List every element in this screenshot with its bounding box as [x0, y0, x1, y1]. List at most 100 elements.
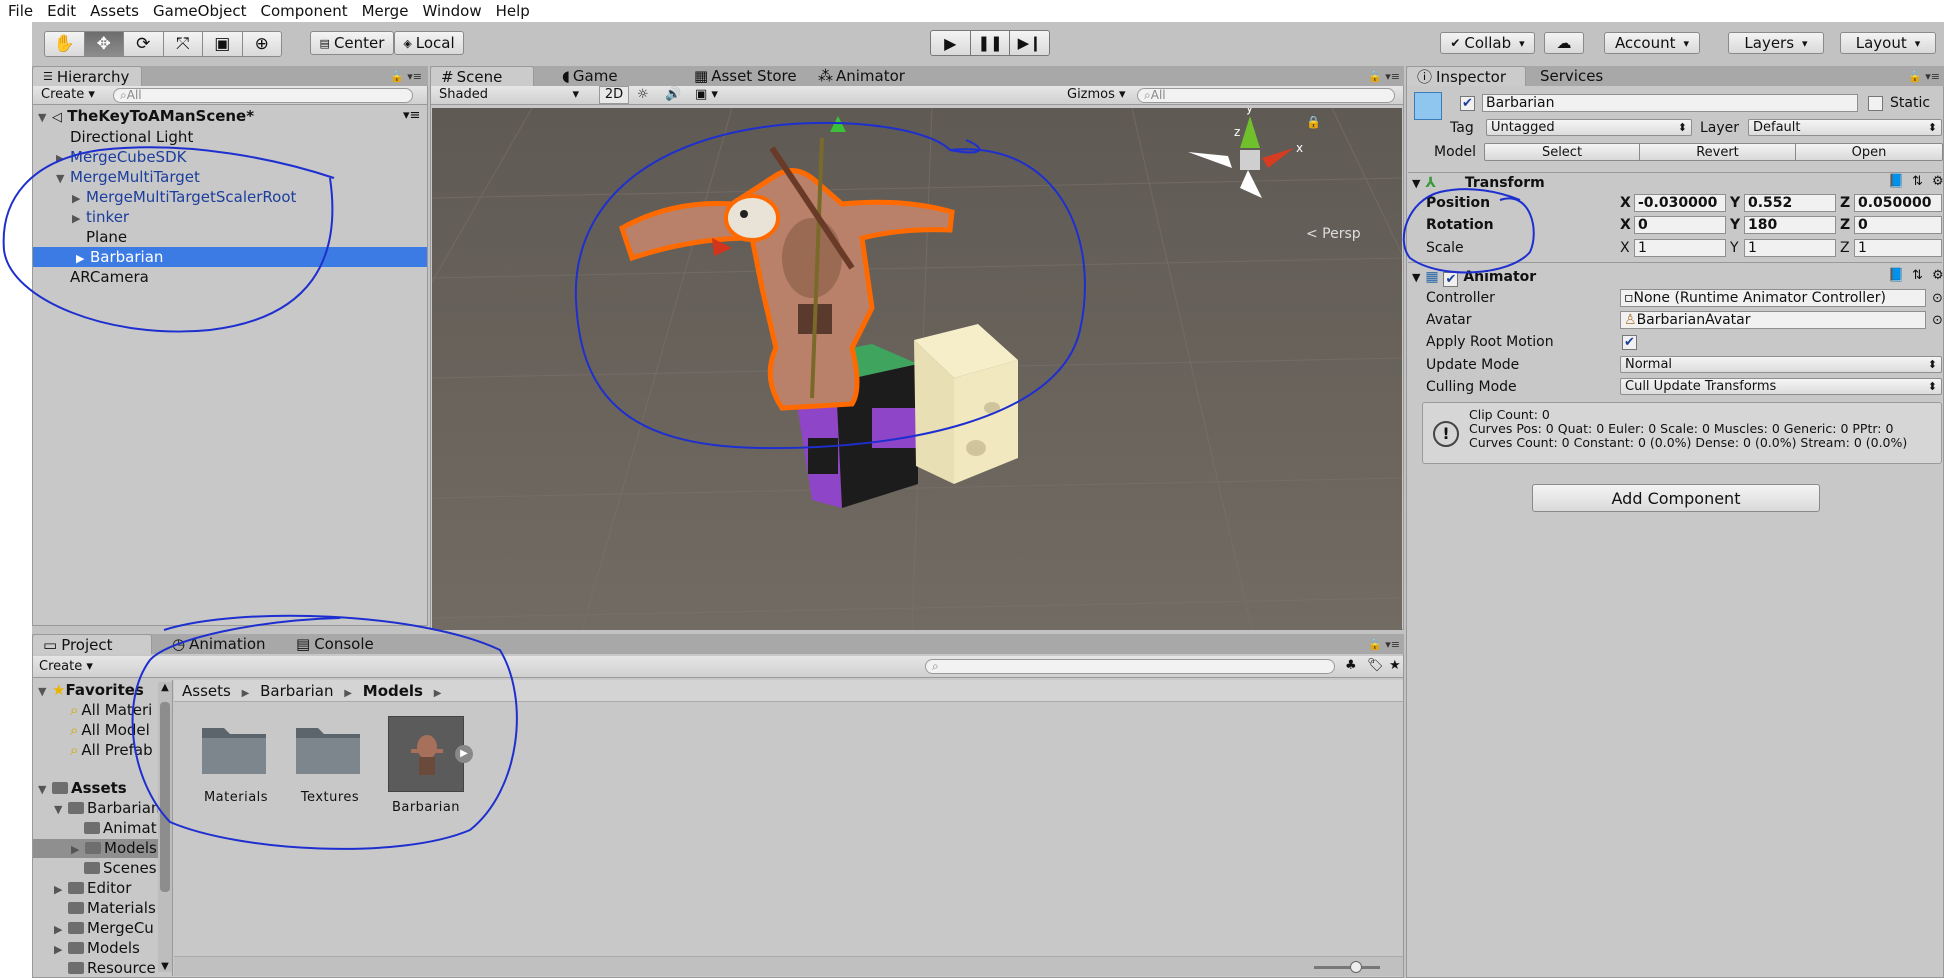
- scene-search-input[interactable]: ⌕All: [1137, 88, 1395, 103]
- shading-dropdown[interactable]: Shaded ▾: [439, 87, 579, 102]
- avatar-picker-icon[interactable]: ⊙: [1932, 313, 1943, 328]
- position-y-field[interactable]: 0.552: [1744, 194, 1836, 212]
- object-picker-icon[interactable]: ⊙: [1932, 291, 1943, 306]
- menu-help[interactable]: Help: [496, 2, 530, 20]
- update-mode-dropdown[interactable]: Normal: [1620, 356, 1942, 373]
- layers-dropdown[interactable]: Layers: [1728, 32, 1824, 54]
- cheese-block[interactable]: [914, 324, 1018, 484]
- root-motion-checkbox[interactable]: ✔: [1622, 335, 1637, 350]
- gizmos-dropdown[interactable]: Gizmos ▾: [1067, 87, 1126, 102]
- active-checkbox[interactable]: ✔: [1460, 96, 1475, 111]
- menu-component[interactable]: Component: [261, 2, 348, 20]
- filter-label-icon[interactable]: 🏷: [1367, 658, 1384, 673]
- static-checkbox[interactable]: [1868, 96, 1883, 111]
- rotation-x-field[interactable]: 0: [1634, 216, 1726, 234]
- pivot-local-button[interactable]: ◈ Local: [394, 31, 464, 55]
- assets-tree-item[interactable]: ▶ Editor: [54, 879, 158, 898]
- expand-play-icon[interactable]: ▶: [455, 745, 473, 763]
- audio-icon[interactable]: 🔊: [665, 87, 681, 102]
- toggle-2d-button[interactable]: 2D: [599, 86, 629, 104]
- menu-gameobject[interactable]: GameObject: [153, 2, 247, 20]
- asset-tile-barbarian[interactable]: ▶ Barbarian: [388, 716, 473, 815]
- project-search-input[interactable]: ⌕: [925, 659, 1335, 674]
- scene-menu-icon[interactable]: ▾≡: [403, 108, 420, 123]
- hand-tool-icon[interactable]: ✋: [45, 32, 85, 56]
- step-icon[interactable]: ▶❙: [1010, 31, 1049, 55]
- expand-arrow-icon[interactable]: ▶: [56, 149, 70, 169]
- hierarchy-search-input[interactable]: ⌕All: [113, 88, 413, 103]
- menu-assets[interactable]: Assets: [90, 2, 139, 20]
- favorite-star-icon[interactable]: ★: [1389, 658, 1401, 673]
- favorites-header[interactable]: ▼ ★Favorites: [38, 681, 144, 700]
- transform-header[interactable]: ▼ ⅄ Transform: [1412, 174, 1545, 193]
- menu-merge[interactable]: Merge: [362, 2, 409, 20]
- assets-tree-item[interactable]: ▶ Models: [54, 939, 158, 958]
- play-icon[interactable]: ▶: [931, 31, 971, 55]
- cloud-icon[interactable]: ☁: [1544, 32, 1584, 54]
- lock-icon[interactable]: 🔒: [390, 70, 404, 83]
- culling-mode-dropdown[interactable]: Cull Update Transforms: [1620, 378, 1942, 395]
- scene-menu-icon[interactable]: ▾≡: [1385, 70, 1400, 83]
- scroll-up-icon[interactable]: ▲: [158, 682, 172, 693]
- tab-console[interactable]: ▤ Console: [286, 634, 384, 654]
- gizmo-lock-icon[interactable]: 🔒: [1306, 115, 1321, 129]
- persp-label[interactable]: < Persp: [1306, 226, 1361, 242]
- expand-arrow-icon[interactable]: ▼: [56, 169, 70, 189]
- pivot-center-button[interactable]: ▤ Center: [310, 31, 394, 55]
- expand-arrow-icon[interactable]: ▶: [54, 920, 68, 938]
- inspector-lock-icon[interactable]: 🔒: [1908, 70, 1922, 83]
- scene-root[interactable]: ▼ ◁ TheKeyToAManScene*: [38, 106, 254, 126]
- scroll-down-icon[interactable]: ▼: [158, 961, 172, 972]
- tab-hierarchy[interactable]: ☰ Hierarchy: [32, 66, 142, 86]
- tab-project[interactable]: ▭ Project: [32, 634, 152, 654]
- tab-inspector[interactable]: ⓘ Inspector: [1406, 66, 1526, 86]
- scale-y-field[interactable]: 1: [1744, 239, 1836, 257]
- hierarchy-item[interactable]: ▶ Barbarian: [33, 247, 427, 267]
- rotation-y-field[interactable]: 180: [1744, 216, 1836, 234]
- project-menu-icon[interactable]: ▾≡: [1385, 638, 1400, 651]
- transform-tool-icon[interactable]: ⊕: [242, 32, 281, 56]
- hierarchy-create-button[interactable]: Create ▾: [41, 87, 95, 102]
- hierarchy-item[interactable]: ARCamera: [56, 267, 149, 287]
- layout-dropdown[interactable]: Layout: [1840, 32, 1936, 54]
- scene-viewport[interactable]: x y z 🔒 < Persp: [432, 108, 1402, 630]
- assets-tree-item[interactable]: Materials: [54, 899, 158, 918]
- add-component-button[interactable]: Add Component: [1532, 484, 1820, 512]
- scale-tool-icon[interactable]: ⤧: [163, 32, 203, 56]
- assets-tree-item[interactable]: Animat: [70, 819, 158, 838]
- model-revert-button[interactable]: Revert: [1639, 143, 1796, 161]
- tree-scrollbar[interactable]: ▲ ▼: [158, 682, 172, 972]
- assets-tree-item[interactable]: Resource: [54, 959, 158, 978]
- favorites-item[interactable]: ⌕ All Materi: [70, 701, 158, 720]
- object-name-input[interactable]: Barbarian: [1482, 94, 1858, 112]
- animator-header[interactable]: ▼ ▦ ✔ Animator: [1412, 268, 1536, 287]
- expand-arrow-icon[interactable]: ▶: [54, 880, 68, 898]
- avatar-field[interactable]: ♙BarbarianAvatar: [1620, 311, 1926, 329]
- expand-arrow-icon[interactable]: ▶: [76, 249, 90, 269]
- position-z-field[interactable]: 0.050000: [1854, 194, 1942, 212]
- hierarchy-item[interactable]: Plane: [72, 227, 127, 247]
- pause-icon[interactable]: ❚❚: [970, 31, 1011, 55]
- menu-window[interactable]: Window: [422, 2, 481, 20]
- expand-arrow-icon[interactable]: ▶: [72, 189, 86, 209]
- animator-settings-icon[interactable]: ⚙: [1932, 268, 1944, 283]
- assets-tree-item[interactable]: ▶ Models: [33, 839, 158, 858]
- help-icon[interactable]: 📘: [1888, 174, 1904, 189]
- account-dropdown[interactable]: Account: [1604, 32, 1700, 54]
- project-create-button[interactable]: Create ▾: [39, 659, 93, 674]
- layer-dropdown[interactable]: Default: [1748, 119, 1942, 136]
- hierarchy-item[interactable]: ▶ tinker: [72, 207, 129, 227]
- rotate-tool-icon[interactable]: ⟳: [124, 32, 164, 56]
- collab-button[interactable]: ✔ Collab: [1440, 32, 1535, 54]
- assets-tree-item[interactable]: Scenes: [70, 859, 158, 878]
- tab-game[interactable]: ◖ Game: [552, 66, 628, 86]
- animator-help-icon[interactable]: 📘: [1888, 268, 1904, 283]
- asset-tile-materials[interactable]: Materials: [198, 718, 274, 805]
- position-x-field[interactable]: -0.030000: [1634, 194, 1726, 212]
- breadcrumb-barbarian[interactable]: Barbarian: [260, 682, 333, 700]
- rotation-z-field[interactable]: 0: [1854, 216, 1942, 234]
- tab-animator[interactable]: ⁂ Animator: [808, 66, 915, 86]
- tab-services[interactable]: Services: [1530, 66, 1613, 86]
- assets-tree-item[interactable]: ▼ Barbarian: [54, 799, 158, 818]
- hierarchy-item[interactable]: Directional Light: [56, 127, 193, 147]
